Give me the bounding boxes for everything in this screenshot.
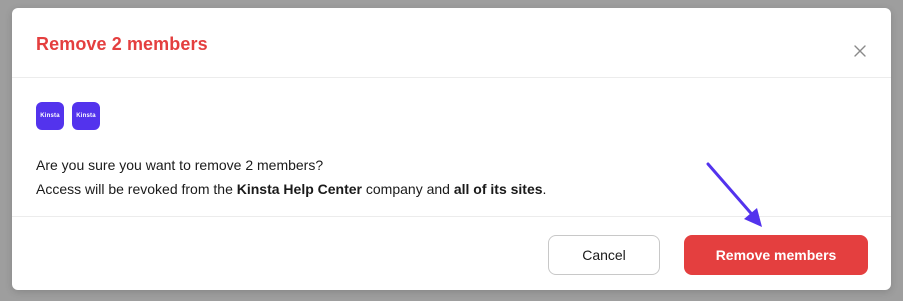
avatar: Kinsta [72, 102, 100, 130]
message-middle: company and [362, 181, 454, 197]
message-line-2: Access will be revoked from the Kinsta H… [36, 177, 546, 201]
dialog-footer: Cancel Remove members [12, 217, 891, 289]
avatar-logo-text: Kinsta [76, 113, 96, 119]
close-icon [854, 45, 866, 57]
company-name: Kinsta Help Center [236, 181, 362, 197]
remove-members-button[interactable]: Remove members [684, 235, 868, 275]
message-suffix: . [542, 181, 547, 197]
sites-emphasis: all of its sites [453, 181, 543, 197]
message-prefix: Access will be revoked from the [36, 181, 237, 197]
dialog-header: Remove 2 members [12, 8, 891, 78]
avatar-logo-text: Kinsta [40, 113, 60, 119]
close-button[interactable] [853, 44, 867, 58]
member-avatars: Kinsta Kinsta [36, 102, 100, 130]
dialog-body: Kinsta Kinsta Are you sure you want to r… [12, 78, 891, 217]
dialog-title: Remove 2 members [36, 34, 208, 54]
message-line-1: Are you sure you want to remove 2 member… [36, 157, 324, 173]
cancel-button[interactable]: Cancel [548, 235, 660, 275]
confirmation-message: Are you sure you want to remove 2 member… [36, 153, 546, 201]
remove-members-dialog: Remove 2 members Kinsta Kinsta Are you s… [12, 8, 891, 290]
avatar: Kinsta [36, 102, 64, 130]
